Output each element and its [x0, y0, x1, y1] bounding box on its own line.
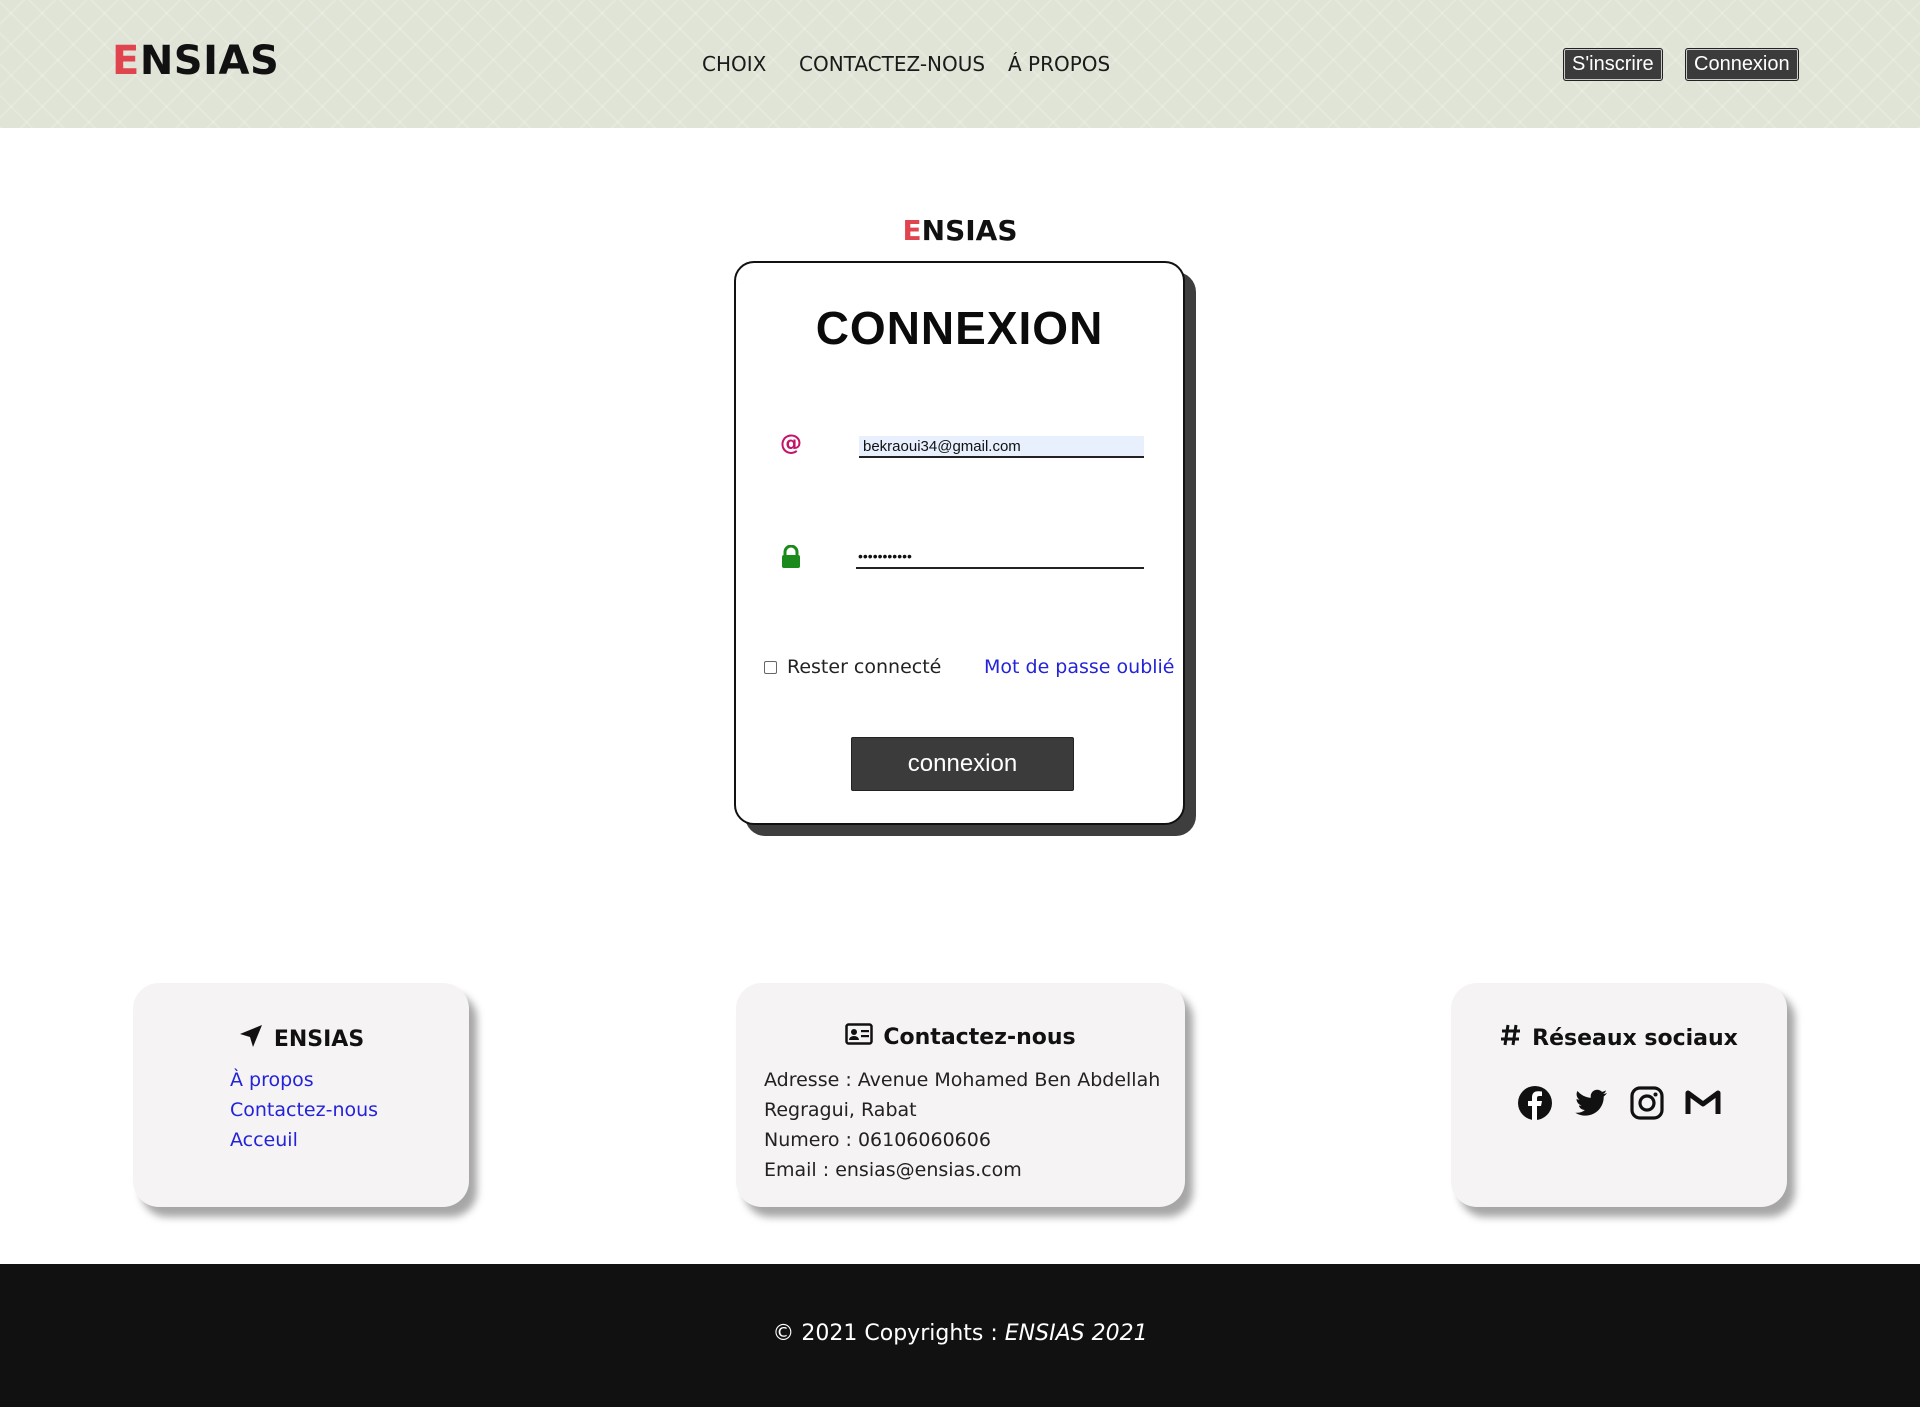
login-card: CONNEXION @ Rester connecté Mot de passe…: [734, 261, 1185, 825]
login-submit-button[interactable]: connexion: [851, 737, 1074, 791]
about-card: ENSIAS À propos Contactez-nous Acceuil: [133, 983, 469, 1207]
login-title: CONNEXION: [815, 302, 1104, 354]
location-arrow-icon: [238, 1023, 264, 1055]
nav-item-choix[interactable]: CHOIX: [702, 52, 766, 76]
social-card: Réseaux sociaux: [1451, 983, 1787, 1207]
contact-card: Contactez-nous Adresse : Avenue Mohamed …: [736, 983, 1185, 1207]
about-links: À propos Contactez-nous Acceuil: [230, 1065, 378, 1155]
signup-button[interactable]: S'inscrire: [1563, 48, 1663, 81]
site-footer: © 2021 Copyrights : ENSIAS 2021: [0, 1264, 1920, 1407]
contact-card-title: Contactez-nous: [736, 1023, 1185, 1051]
email-field[interactable]: [859, 436, 1144, 458]
password-field[interactable]: [856, 545, 1144, 569]
instagram-icon[interactable]: [1629, 1085, 1665, 1121]
twitter-icon[interactable]: [1573, 1085, 1609, 1121]
social-card-title: Réseaux sociaux: [1451, 1023, 1787, 1053]
contact-address: Adresse : Avenue Mohamed Ben Abdellah: [764, 1069, 1161, 1091]
about-card-title: ENSIAS: [133, 1023, 469, 1055]
footer-link-about[interactable]: À propos: [230, 1065, 378, 1095]
lock-icon: [780, 544, 802, 569]
top-header: ENSIAS CHOIX CONTACTEZ-NOUS Á PROPOS S'i…: [0, 0, 1920, 128]
contact-details: Adresse : Avenue Mohamed Ben Abdellah Re…: [764, 1065, 1164, 1185]
header-login-button[interactable]: Connexion: [1685, 48, 1799, 81]
id-card-icon: [845, 1023, 874, 1051]
footer-link-contact[interactable]: Contactez-nous: [230, 1095, 378, 1125]
copyright-text: © 2021 Copyrights : ENSIAS 2021: [0, 1321, 1920, 1346]
remember-me-checkbox[interactable]: Rester connecté: [764, 656, 941, 678]
login-brand-first-letter: E: [902, 214, 922, 247]
nav-item-about[interactable]: Á PROPOS: [1008, 52, 1110, 76]
footer-link-home[interactable]: Acceuil: [230, 1125, 378, 1155]
contact-phone: Numero : 06106060606: [764, 1129, 991, 1151]
at-icon: @: [780, 431, 802, 456]
contact-address-city: Regragui, Rabat: [764, 1099, 917, 1121]
social-links: [1451, 1085, 1787, 1121]
gmail-icon[interactable]: [1685, 1085, 1721, 1121]
copyright-owner: ENSIAS 2021: [1004, 1321, 1148, 1346]
social-card-title-text: Réseaux sociaux: [1532, 1025, 1738, 1051]
nav-item-contact[interactable]: CONTACTEZ-NOUS: [799, 52, 985, 76]
contact-email: Email : ensias@ensias.com: [764, 1159, 1022, 1181]
hashtag-icon: [1500, 1023, 1522, 1053]
login-brand-rest: NSIAS: [921, 214, 1018, 247]
remember-me-label: Rester connecté: [787, 656, 942, 678]
checkbox-icon[interactable]: [764, 660, 777, 674]
copyright-prefix: © 2021 Copyrights :: [772, 1321, 1005, 1346]
forgot-password-link[interactable]: Mot de passe oublié: [984, 656, 1175, 678]
facebook-icon[interactable]: [1517, 1085, 1553, 1121]
login-brand-title: ENSIAS: [0, 214, 1920, 247]
about-card-title-text: ENSIAS: [273, 1026, 365, 1052]
contact-card-title-text: Contactez-nous: [883, 1024, 1076, 1050]
